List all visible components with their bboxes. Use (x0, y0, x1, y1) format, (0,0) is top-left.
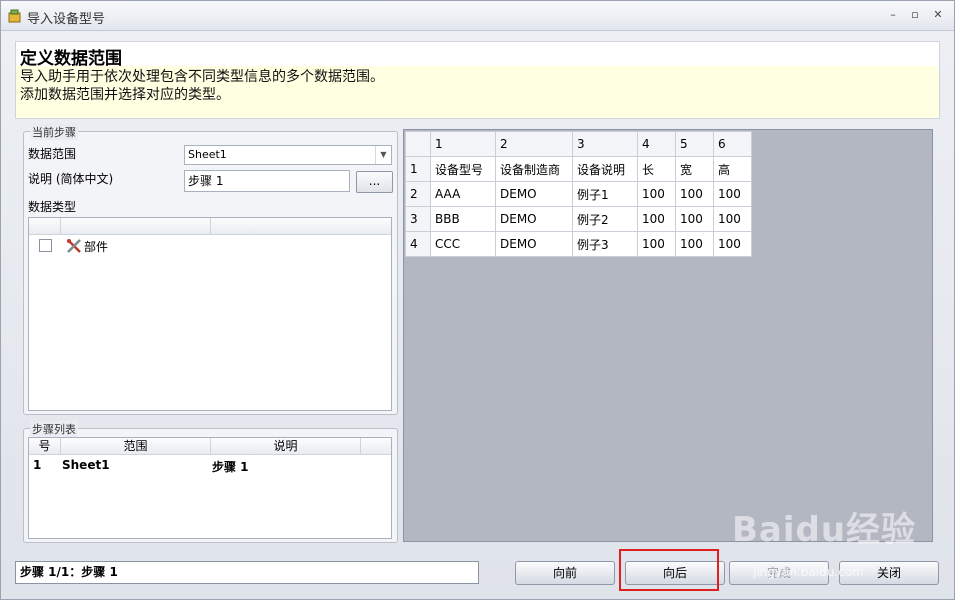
grid-cell[interactable]: 例子1 (572, 181, 638, 207)
grid-row-header[interactable]: 3 (405, 206, 431, 232)
description-label: 说明 (简体中文) (28, 172, 114, 186)
grid-cell[interactable]: 100 (637, 206, 676, 232)
table-row: 2 AAA DEMO 例子1 100 100 100 (405, 181, 752, 207)
step-status: 步骤 1/1：步骤 1 (15, 561, 479, 584)
part-type-checkbox[interactable] (39, 239, 52, 252)
data-type-list[interactable]: 部件 (28, 217, 392, 411)
wizard-description: 导入助手用于依次处理包含不同类型信息的多个数据范围。 添加数据范围并选择对应的类… (20, 68, 384, 104)
data-range-select[interactable]: Sheet1 ▼ (184, 145, 392, 165)
grid-cell[interactable]: 100 (713, 181, 752, 207)
step-number: 1 (33, 458, 42, 472)
grid-cell[interactable]: 100 (637, 231, 676, 257)
maximize-icon[interactable]: ▫ (906, 7, 924, 23)
wizard-title: 定义数据范围 (20, 49, 122, 69)
grid-cell[interactable]: 高 (713, 156, 752, 182)
grid-col-header[interactable]: 5 (675, 131, 714, 157)
wizard-description-line2: 添加数据范围并选择对应的类型。 (20, 87, 230, 103)
grid-cell[interactable]: 设备型号 (430, 156, 496, 182)
grid-cell[interactable]: 100 (675, 231, 714, 257)
grid-cell[interactable]: BBB (430, 206, 496, 232)
grid-header-row: 1 2 3 4 5 6 (405, 131, 752, 157)
minimize-icon[interactable]: – (884, 7, 902, 23)
description-input[interactable]: 步骤 1 (184, 170, 350, 192)
step-description: 步骤 1 (212, 460, 249, 474)
column-header-number[interactable]: 号 (29, 438, 61, 455)
tools-icon (67, 239, 81, 253)
grid-cell[interactable]: DEMO (495, 206, 573, 232)
sheet-preview-table: 1 2 3 4 5 6 1 设备型号 设备制造商 设备说明 长 宽 高 2 AA… (405, 131, 752, 257)
grid-row-header[interactable]: 4 (405, 231, 431, 257)
column-header-description[interactable]: 说明 (211, 438, 361, 455)
grid-cell[interactable]: DEMO (495, 181, 573, 207)
app-icon (8, 9, 21, 23)
sheet-preview[interactable]: 1 2 3 4 5 6 1 设备型号 设备制造商 设备说明 长 宽 高 2 AA… (403, 129, 933, 550)
grid-col-header[interactable]: 3 (572, 131, 638, 157)
window-title: 导入设备型号 (27, 12, 106, 27)
table-row: 3 BBB DEMO 例子2 100 100 100 (405, 206, 752, 232)
grid-cell[interactable]: CCC (430, 231, 496, 257)
step-list-group: 步骤列表 号 范围 说明 1 Sheet1 步骤 1 (23, 421, 398, 543)
browse-button[interactable]: ... (356, 171, 393, 193)
grid-cell[interactable]: 100 (637, 181, 676, 207)
current-step-group: 当前步骤 数据范围 Sheet1 ▼ 说明 (简体中文) 步骤 1 ... 数据… (23, 124, 398, 415)
grid-cell[interactable]: 长 (637, 156, 676, 182)
step-list-label: 步骤列表 (30, 421, 78, 437)
grid-row-header[interactable]: 1 (405, 156, 431, 182)
grid-cell[interactable]: 100 (675, 181, 714, 207)
grid-cell[interactable]: 例子2 (572, 206, 638, 232)
chevron-down-icon[interactable]: ▼ (375, 146, 391, 164)
table-row: 1 设备型号 设备制造商 设备说明 长 宽 高 (405, 156, 752, 182)
step-list[interactable]: 号 范围 说明 1 Sheet1 步骤 1 (28, 437, 392, 539)
import-device-model-window: 导入设备型号 – ▫ ✕ 定义数据范围 导入助手用于依次处理包含不同类型信息的多… (0, 0, 955, 600)
grid-cell[interactable]: 设备说明 (572, 156, 638, 182)
grid-cell[interactable]: AAA (430, 181, 496, 207)
wizard-header: 定义数据范围 导入助手用于依次处理包含不同类型信息的多个数据范围。 添加数据范围… (15, 41, 940, 119)
grid-corner (405, 131, 431, 157)
grid-cell[interactable]: 设备制造商 (495, 156, 573, 182)
wizard-description-line1: 导入助手用于依次处理包含不同类型信息的多个数据范围。 (20, 69, 384, 85)
part-type-label: 部件 (84, 240, 109, 254)
data-type-label: 数据类型 (28, 200, 77, 214)
grid-cell[interactable]: 例子3 (572, 231, 638, 257)
grid-cell[interactable]: 100 (713, 206, 752, 232)
grid-col-header[interactable]: 2 (495, 131, 573, 157)
watermark-url: jingyan.baidu.com (753, 565, 864, 579)
step-range: Sheet1 (62, 458, 110, 472)
grid-col-header[interactable]: 6 (713, 131, 752, 157)
table-row: 4 CCC DEMO 例子3 100 100 100 (405, 231, 752, 257)
current-step-label: 当前步骤 (30, 124, 78, 140)
grid-cell[interactable]: DEMO (495, 231, 573, 257)
grid-cell[interactable]: 宽 (675, 156, 714, 182)
column-header-range[interactable]: 范围 (61, 438, 211, 455)
grid-col-header[interactable]: 1 (430, 131, 496, 157)
grid-cell[interactable]: 100 (713, 231, 752, 257)
close-icon[interactable]: ✕ (929, 7, 947, 23)
next-button-highlight (619, 549, 719, 591)
data-range-value: Sheet1 (188, 148, 227, 161)
data-range-label: 数据范围 (28, 147, 77, 161)
grid-cell[interactable]: 100 (675, 206, 714, 232)
grid-col-header[interactable]: 4 (637, 131, 676, 157)
watermark-main: Baidu经验 (732, 510, 917, 550)
grid-row-header[interactable]: 2 (405, 181, 431, 207)
prev-button[interactable]: 向前 (515, 561, 615, 585)
title-bar: 导入设备型号 – ▫ ✕ (1, 1, 954, 31)
